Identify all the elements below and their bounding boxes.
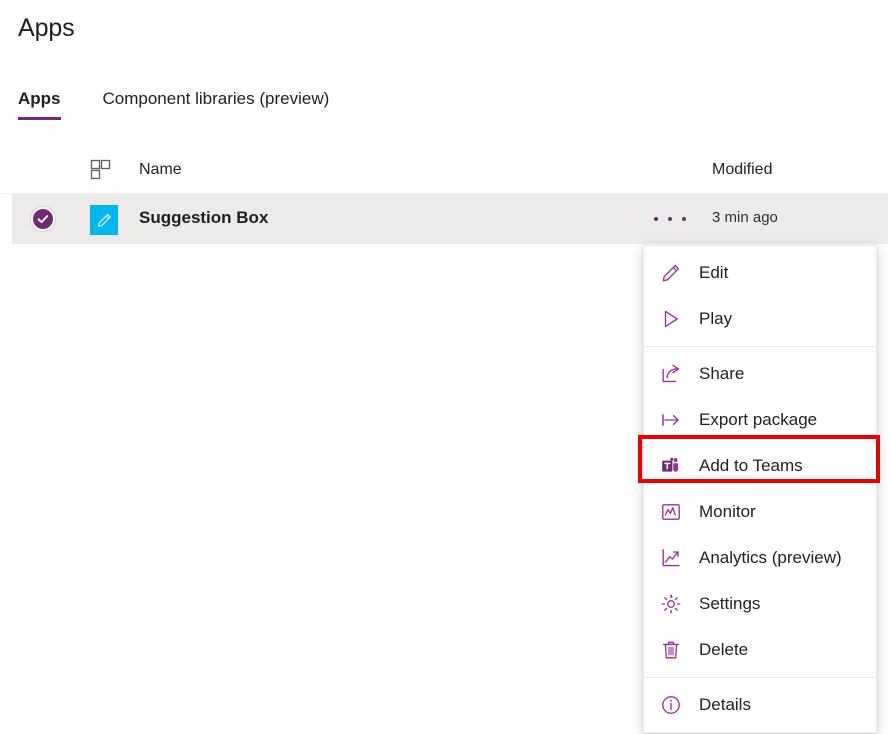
apps-table: Name Modified Suggestion Box <box>0 150 891 194</box>
info-circle-icon <box>658 692 684 718</box>
ellipsis-dot-2 <box>668 217 672 221</box>
canvas-app-pencil-icon <box>90 205 118 235</box>
menu-item-add-to-teams-label: Add to Teams <box>699 456 803 476</box>
ellipsis-icon[interactable] <box>654 208 686 230</box>
play-triangle-icon <box>658 306 684 332</box>
ellipsis-dot-3 <box>682 217 686 221</box>
table-row[interactable]: Suggestion Box 3 min ago <box>12 194 891 244</box>
monitor-chart-icon <box>658 499 684 525</box>
menu-separator-2 <box>644 677 876 678</box>
menu-item-share[interactable]: Share <box>644 351 876 397</box>
column-header-name[interactable]: Name <box>139 161 182 179</box>
check-circle-icon[interactable] <box>31 207 55 231</box>
menu-item-play[interactable]: Play <box>644 296 876 342</box>
menu-item-delete-label: Delete <box>699 640 748 660</box>
tab-apps[interactable]: Apps <box>18 89 61 120</box>
tab-component-libraries[interactable]: Component libraries (preview) <box>103 89 330 120</box>
gear-icon <box>658 591 684 617</box>
menu-item-settings-label: Settings <box>699 594 760 614</box>
pencil-icon <box>658 260 684 286</box>
tab-apps-label: Apps <box>18 89 61 108</box>
layout-grid-icon <box>90 159 112 181</box>
ellipsis-dot-1 <box>654 217 658 221</box>
teams-icon <box>658 453 684 479</box>
app-name[interactable]: Suggestion Box <box>139 208 268 228</box>
menu-item-export-package[interactable]: Export package <box>644 397 876 443</box>
menu-item-monitor[interactable]: Monitor <box>644 489 876 535</box>
menu-item-add-to-teams[interactable]: Add to Teams <box>644 443 876 489</box>
app-context-menu: Edit Play Share <box>643 245 877 733</box>
menu-item-edit-label: Edit <box>699 263 728 283</box>
column-header-modified[interactable]: Modified <box>712 161 772 179</box>
menu-item-play-label: Play <box>699 309 732 329</box>
menu-item-delete[interactable]: Delete <box>644 627 876 673</box>
menu-item-edit[interactable]: Edit <box>644 250 876 296</box>
menu-item-settings[interactable]: Settings <box>644 581 876 627</box>
share-icon <box>658 361 684 387</box>
menu-item-monitor-label: Monitor <box>699 502 756 522</box>
menu-item-analytics[interactable]: Analytics (preview) <box>644 535 876 581</box>
tab-component-libraries-label: Component libraries (preview) <box>103 89 330 108</box>
export-arrow-icon <box>658 407 684 433</box>
menu-item-analytics-label: Analytics (preview) <box>699 548 842 568</box>
analytics-trend-icon <box>658 545 684 571</box>
menu-separator-1 <box>644 346 876 347</box>
menu-item-share-label: Share <box>699 364 744 384</box>
menu-item-details[interactable]: Details <box>644 682 876 728</box>
menu-item-details-label: Details <box>699 695 751 715</box>
trash-icon <box>658 637 684 663</box>
app-modified-time: 3 min ago <box>712 209 778 226</box>
page-title: Apps <box>18 14 75 43</box>
table-header-row: Name Modified <box>0 150 891 194</box>
menu-item-export-package-label: Export package <box>699 410 817 430</box>
apps-page: Apps Apps Component libraries (preview) … <box>0 0 891 734</box>
tab-bar: Apps Component libraries (preview) <box>18 80 371 120</box>
